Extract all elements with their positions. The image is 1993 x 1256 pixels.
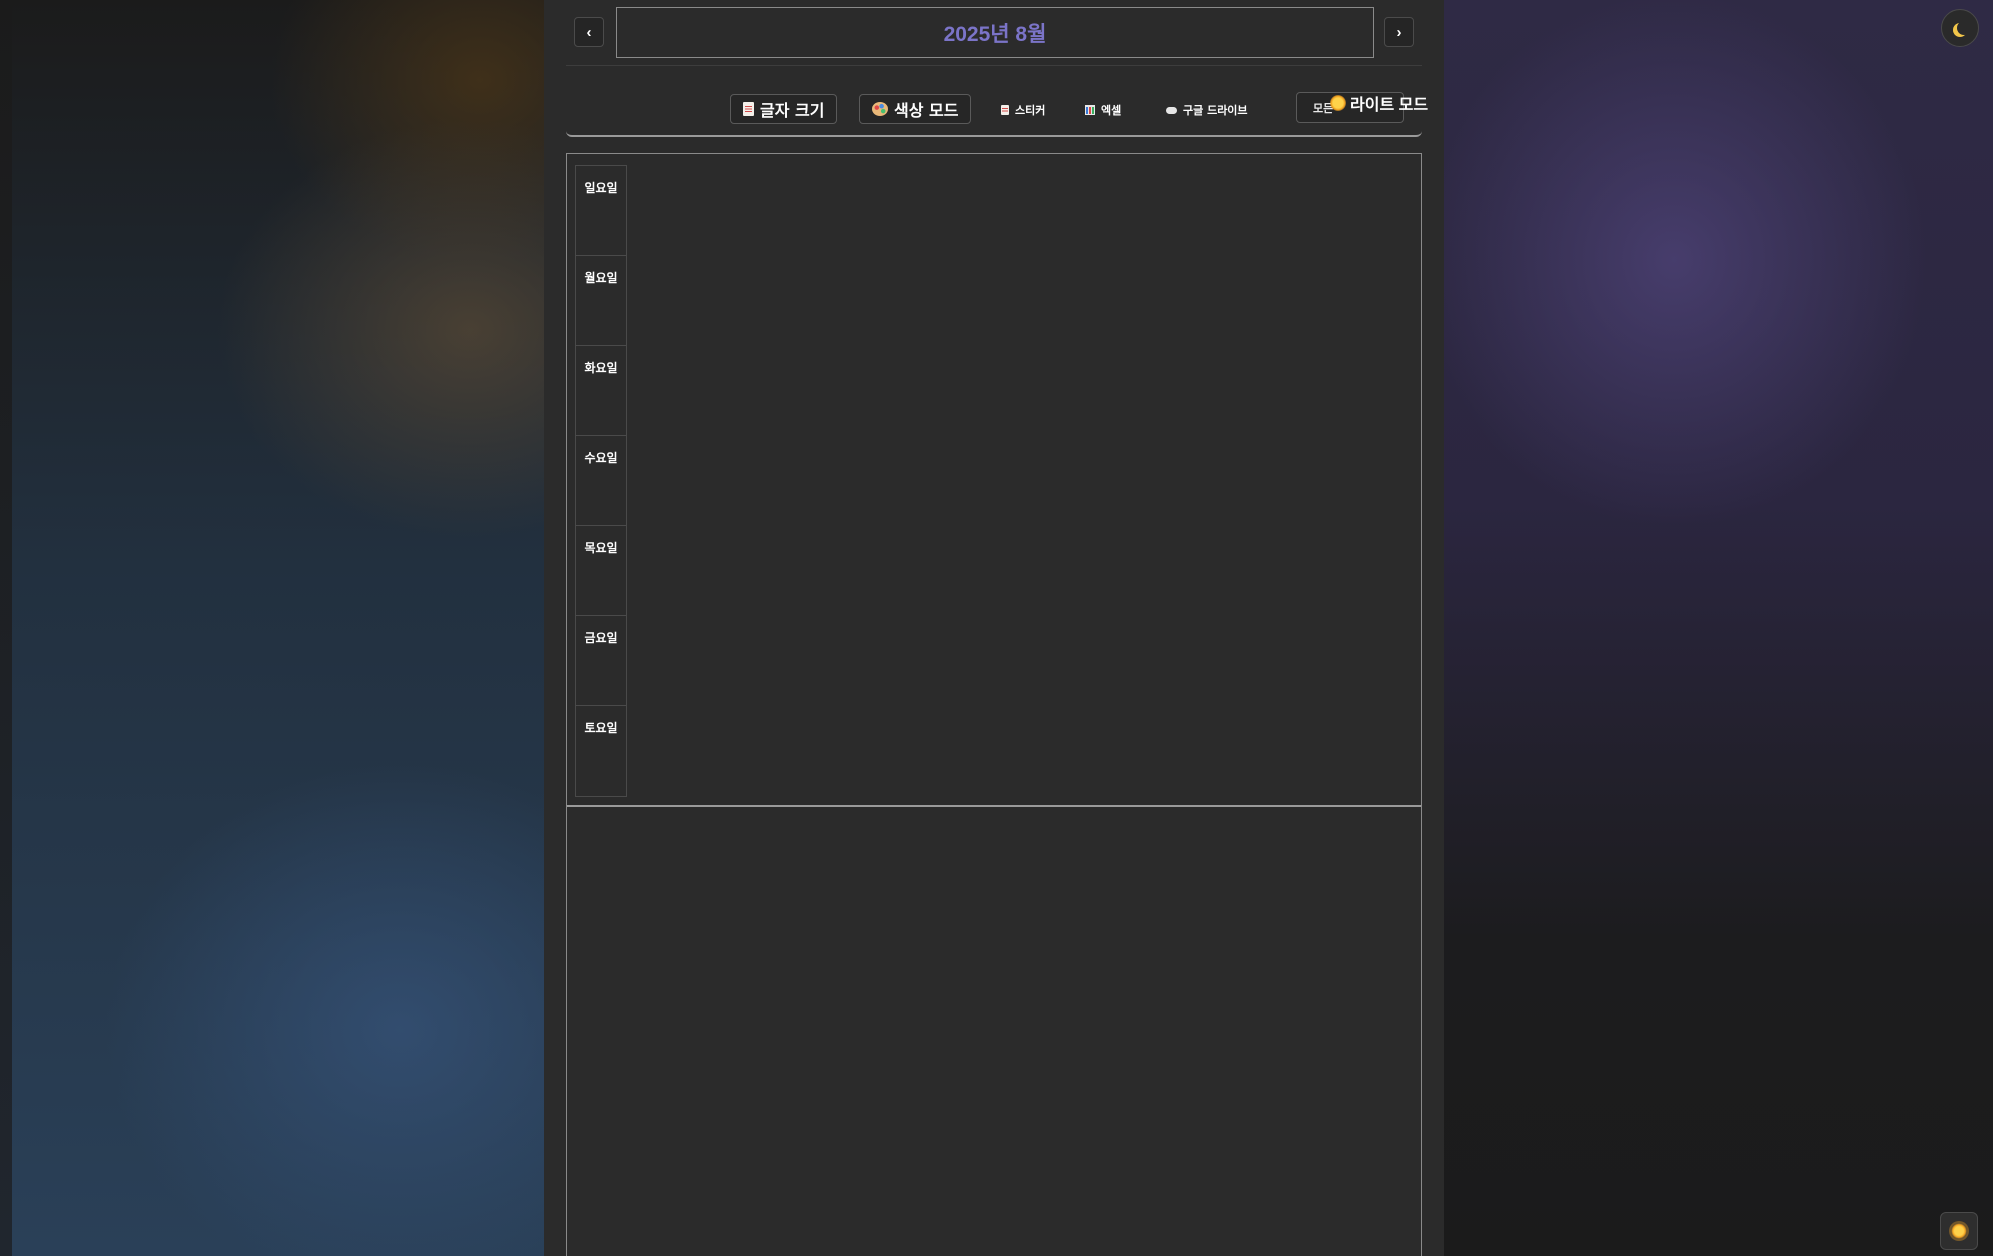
sticker-button[interactable]: 스티커 bbox=[1001, 102, 1045, 118]
background-left-edge bbox=[0, 0, 12, 1256]
next-month-button[interactable]: › bbox=[1384, 17, 1414, 47]
document-icon bbox=[1001, 105, 1009, 115]
sun-icon bbox=[1951, 1223, 1967, 1239]
excel-label: 엑셀 bbox=[1101, 104, 1122, 117]
sticker-label: 스티커 bbox=[1015, 104, 1046, 117]
calendar-app: ‹ 2025년 8월 › 글자 크기 색상 모드 스티커 엑셀 구글 드라이브 … bbox=[544, 0, 1444, 1256]
font-size-button[interactable]: 글자 크기 bbox=[730, 94, 838, 124]
lower-panel bbox=[566, 806, 1422, 1256]
month-title: 2025년 8월 bbox=[943, 22, 1047, 46]
month-navigation: ‹ 2025년 8월 › bbox=[566, 0, 1422, 66]
weekday-column: 일요일 월요일 화요일 수요일 목요일 금요일 토요일 bbox=[575, 165, 627, 797]
google-drive-button[interactable]: 구글 드라이브 bbox=[1166, 102, 1248, 118]
background-right bbox=[1444, 0, 1993, 1256]
light-mode-toggle[interactable]: 라이트 모드 bbox=[1330, 91, 1428, 115]
calendar-grid: 일요일 월요일 화요일 수요일 목요일 금요일 토요일 bbox=[566, 153, 1422, 807]
font-size-label: 글자 크기 bbox=[760, 101, 825, 120]
weekday-cell-friday: 금요일 bbox=[576, 616, 626, 706]
moon-icon bbox=[1957, 21, 1971, 35]
light-mode-label: 라이트 모드 bbox=[1350, 97, 1429, 114]
document-icon bbox=[743, 102, 754, 116]
color-mode-button[interactable]: 색상 모드 bbox=[859, 94, 972, 124]
color-mode-label: 색상 모드 bbox=[894, 101, 959, 120]
weekday-cell-saturday: 토요일 bbox=[584, 721, 618, 735]
weekday-cell-thursday: 목요일 bbox=[576, 526, 626, 616]
background-left bbox=[0, 0, 544, 1256]
weekday-cell-monday: 월요일 bbox=[576, 256, 626, 346]
toolbar: 글자 크기 색상 모드 스티커 엑셀 구글 드라이브 모든 bbox=[566, 66, 1422, 137]
excel-button[interactable]: 엑셀 bbox=[1085, 102, 1121, 118]
theme-toggle-button[interactable] bbox=[1941, 9, 1979, 47]
prev-month-button[interactable]: ‹ bbox=[574, 17, 604, 47]
light-theme-button[interactable] bbox=[1940, 1212, 1978, 1250]
weekday-cell-sunday: 일요일 bbox=[576, 166, 626, 256]
cloud-icon bbox=[1166, 106, 1177, 114]
weekday-cell-wednesday: 수요일 bbox=[576, 436, 626, 526]
month-title-box: 2025년 8월 bbox=[616, 7, 1374, 58]
weekday-cell-tuesday: 화요일 bbox=[576, 346, 626, 436]
sun-icon bbox=[1330, 95, 1346, 111]
palette-icon bbox=[872, 102, 888, 116]
google-drive-label: 구글 드라이브 bbox=[1183, 104, 1248, 117]
bar-chart-icon bbox=[1085, 105, 1095, 115]
